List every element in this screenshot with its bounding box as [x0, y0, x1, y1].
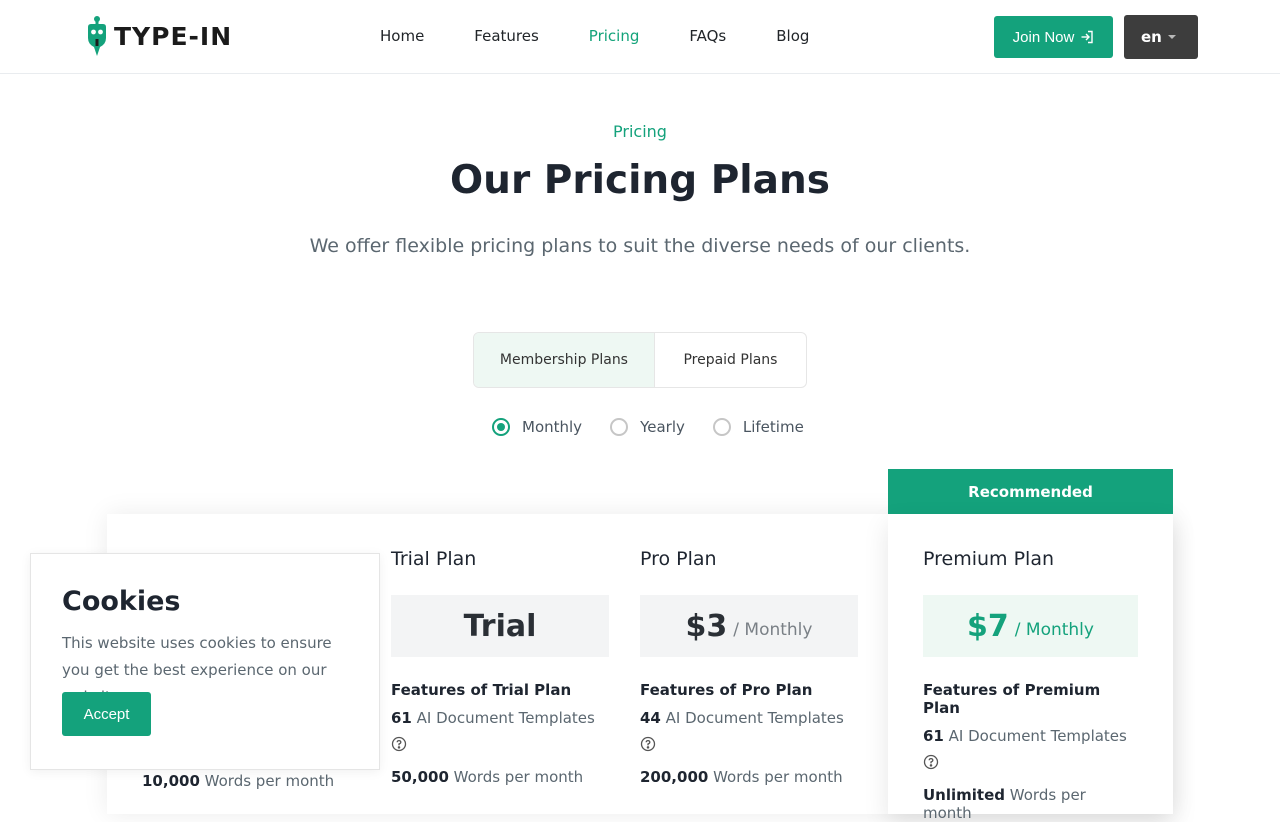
radio-label: Monthly [522, 418, 583, 436]
words-feature: 200,000 Words per month [640, 768, 858, 786]
plan-pro: Pro Plan $3 / Monthly Features of Pro Pl… [640, 548, 858, 786]
plan-period: / Monthly [733, 620, 813, 640]
radio-button-checked[interactable] [492, 418, 510, 436]
help-circle-icon[interactable] [923, 754, 939, 770]
page-subtitle: We offer flexible pricing plans to suit … [309, 235, 971, 257]
templates-label: AI Document Templates [665, 709, 844, 727]
nav-pricing[interactable]: Pricing [589, 24, 640, 48]
join-now-button[interactable]: Join Now [994, 16, 1113, 58]
language-value: en [1141, 28, 1162, 46]
chevron-down-icon [1168, 35, 1176, 39]
words-value: 50,000 [391, 768, 449, 786]
sign-in-icon [1081, 30, 1094, 44]
templates-feature: 61 AI Document Templates [391, 708, 609, 728]
nav-faqs[interactable]: FAQs [689, 24, 726, 48]
accept-cookies-button[interactable]: Accept [62, 692, 151, 736]
words-value: Unlimited [923, 786, 1005, 804]
words-suffix: Words per month [713, 768, 843, 786]
price-box: $3 / Monthly [640, 595, 858, 657]
plan-price: $3 [685, 608, 728, 644]
plan-type-tabs: Membership Plans Prepaid Plans [473, 332, 807, 388]
features-heading: Features of Premium Plan [923, 681, 1138, 717]
logo-icon [88, 16, 106, 56]
language-select[interactable]: en [1124, 15, 1198, 59]
features-plan-name: Pro Plan [741, 681, 813, 699]
features-plan-name: Trial Plan [492, 681, 572, 699]
templates-count: 61 [391, 709, 412, 727]
features-prefix: Features of [640, 681, 737, 699]
radio-label: Yearly [640, 418, 685, 436]
site-header: TYPE-IN Home Features Pricing FAQs Blog … [0, 0, 1280, 74]
features-prefix: Features of [391, 681, 488, 699]
radio-monthly[interactable]: Monthly [492, 418, 582, 436]
words-value: 200,000 [640, 768, 709, 786]
logo[interactable]: TYPE-IN [84, 14, 232, 58]
main-nav: Home Features Pricing FAQs Blog [380, 24, 859, 48]
plan-period: / Monthly [1014, 620, 1094, 640]
templates-feature: 44 AI Document Templates [640, 708, 858, 728]
templates-count: 61 [923, 727, 944, 745]
radio-label: Lifetime [742, 418, 804, 436]
templates-count: 44 [640, 709, 661, 727]
help-circle-icon[interactable] [640, 736, 656, 752]
plan-name: Pro Plan [640, 548, 717, 570]
radio-yearly[interactable]: Yearly [610, 418, 685, 436]
features-prefix: Features of [923, 681, 1020, 699]
cookie-banner: Cookies This website uses cookies to ens… [30, 553, 380, 770]
billing-period-radios: Monthly Yearly Lifetime [492, 418, 832, 436]
recommended-badge: Recommended [888, 469, 1173, 514]
features-heading: Features of Pro Plan [640, 681, 858, 699]
help-circle-icon[interactable] [391, 736, 407, 752]
words-feature: Unlimited Words per month [923, 786, 1138, 822]
plan-price: Trial [463, 608, 537, 644]
features-heading: Features of Trial Plan [391, 681, 609, 699]
tab-prepaid-plans[interactable]: Prepaid Plans [655, 333, 806, 387]
page-title: Our Pricing Plans [450, 158, 830, 203]
plan-trial: Trial Plan Trial Features of Trial Plan … [391, 548, 609, 786]
free-plan-words: 10,000 Words per month [142, 772, 334, 790]
section-eyebrow: Pricing [613, 122, 667, 141]
plan-price: $7 [967, 608, 1009, 644]
templates-label: AI Document Templates [416, 709, 595, 727]
nav-blog[interactable]: Blog [776, 24, 809, 48]
nav-features[interactable]: Features [474, 24, 539, 48]
words-feature: 50,000 Words per month [391, 768, 609, 786]
logo-text: TYPE-IN [114, 21, 233, 51]
nav-home[interactable]: Home [380, 24, 424, 48]
radio-lifetime[interactable]: Lifetime [712, 418, 804, 436]
price-box: Trial [391, 595, 609, 657]
words-suffix: Words per month [453, 768, 584, 786]
join-now-label: Join Now [1012, 28, 1075, 46]
plan-name: Trial Plan [391, 548, 477, 570]
radio-button[interactable] [610, 418, 629, 436]
radio-button[interactable] [712, 418, 731, 436]
plan-name: Premium Plan [923, 548, 1055, 570]
templates-feature: 61 AI Document Templates [923, 726, 1138, 746]
words-value: 10,000 [142, 772, 200, 790]
cookie-title: Cookies [62, 586, 181, 617]
templates-label: AI Document Templates [948, 727, 1127, 745]
tab-membership-plans[interactable]: Membership Plans [474, 333, 655, 387]
plan-premium: Premium Plan $7 / Monthly Features of Pr… [923, 548, 1138, 822]
price-box: $7 / Monthly [923, 595, 1138, 657]
words-suffix: Words per month [204, 772, 335, 790]
